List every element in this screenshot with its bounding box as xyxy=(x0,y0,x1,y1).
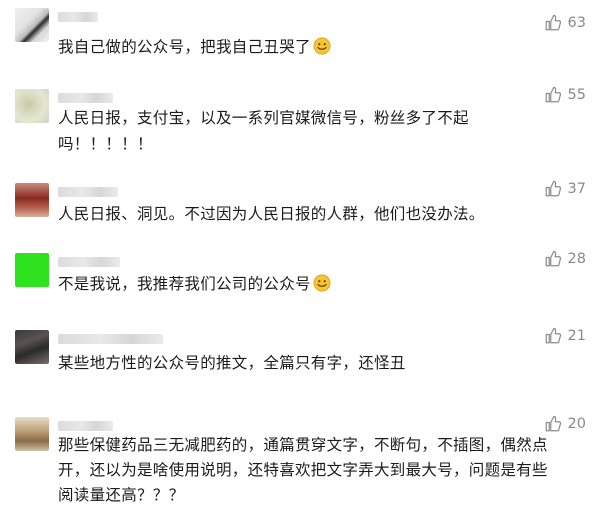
nickname-blurred xyxy=(58,187,118,197)
nickname-blurred xyxy=(58,12,98,22)
like-button[interactable]: 63 xyxy=(544,14,586,32)
like-count: 63 xyxy=(567,15,586,31)
smiling-emoji-icon xyxy=(313,37,331,55)
nickname-blurred xyxy=(58,93,113,103)
avatar[interactable] xyxy=(15,8,49,42)
avatar[interactable] xyxy=(15,330,49,364)
nickname-blurred xyxy=(58,334,163,344)
like-count: 37 xyxy=(567,181,586,197)
comment-text: 不是我说，我推荐我们公司的公众号 xyxy=(58,271,518,297)
like-count: 20 xyxy=(567,416,586,432)
avatar[interactable] xyxy=(15,417,49,451)
thumbs-up-icon xyxy=(545,180,561,197)
thumbs-up-icon xyxy=(545,327,561,344)
comment-text: 人民日报、洞见。不过因为人民日报的人群，他们也没办法。 xyxy=(58,205,485,223)
thumbs-up-icon xyxy=(545,86,561,103)
comment-text: 人民日报，支付宝，以及一系列官媒微信号，粉丝多了不起 吗！！！！！ xyxy=(58,109,469,153)
thumbs-up-icon xyxy=(545,250,561,267)
like-button[interactable]: 28 xyxy=(544,250,586,268)
thumbs-up-icon xyxy=(545,415,561,432)
like-button[interactable]: 20 xyxy=(544,415,586,433)
nickname-blurred xyxy=(58,421,113,431)
like-button[interactable]: 37 xyxy=(544,180,586,198)
like-count: 21 xyxy=(567,328,586,344)
thumbs-up-icon xyxy=(545,14,561,31)
comment-text: 那些保健药品三无减肥药的，通篇贯穿文字，不断句，不插图，偶然点 开，还以为是啥使… xyxy=(58,436,548,504)
avatar[interactable] xyxy=(15,89,49,123)
comment-text: 我自己做的公众号，把我自己丑哭了 xyxy=(58,34,518,60)
nickname-blurred xyxy=(58,257,120,267)
like-count: 28 xyxy=(567,251,586,267)
like-count: 55 xyxy=(567,87,586,103)
avatar[interactable] xyxy=(15,253,49,287)
comment-text: 某些地方性的公众号的推文，全篇只有字，还怪丑 xyxy=(58,354,406,372)
like-button[interactable]: 21 xyxy=(544,327,586,345)
like-button[interactable]: 55 xyxy=(544,86,586,104)
avatar[interactable] xyxy=(15,183,49,217)
smiling-emoji-icon xyxy=(313,274,331,292)
